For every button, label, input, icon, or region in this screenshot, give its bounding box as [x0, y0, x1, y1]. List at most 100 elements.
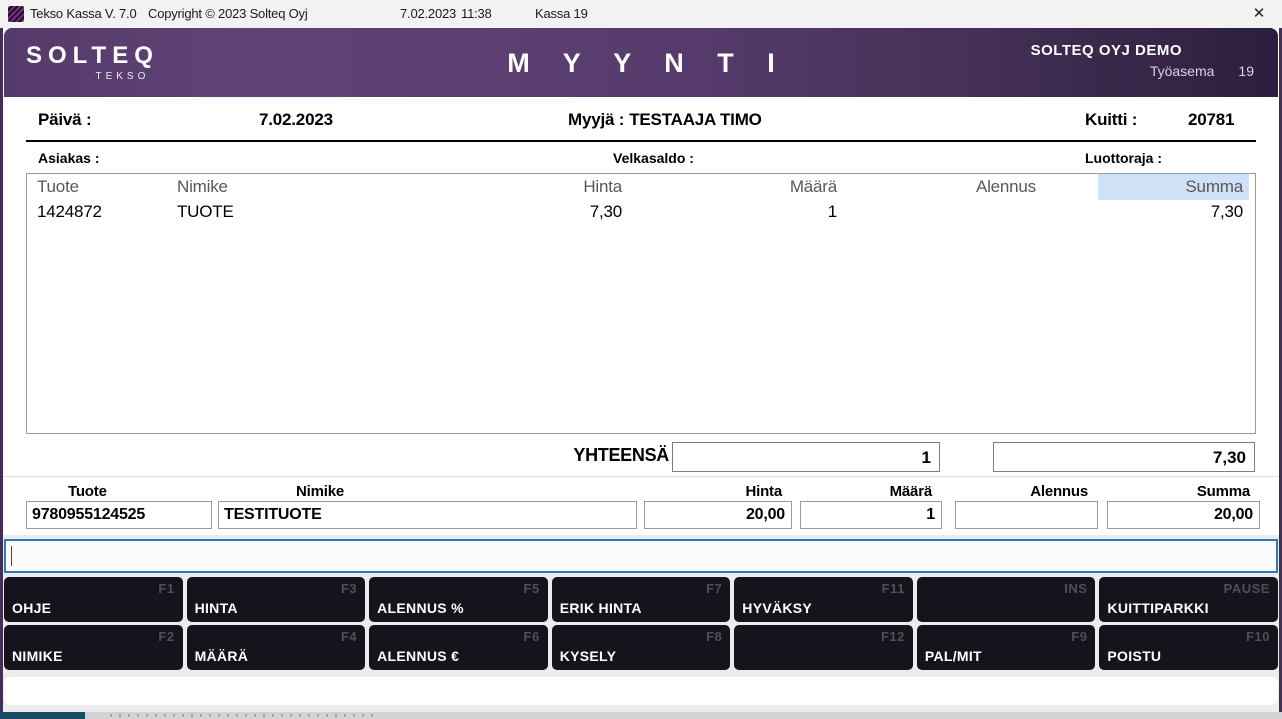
- command-input[interactable]: [4, 539, 1278, 573]
- fkey-keycap: F12: [881, 629, 905, 644]
- entry-labels-row: Tuote Nimike Hinta Määrä Alennus Summa: [26, 483, 1279, 498]
- entry-inputs-row: [26, 501, 1279, 529]
- fkey-hinta[interactable]: F3 HINTA: [187, 577, 366, 622]
- product-code-input[interactable]: [26, 501, 212, 529]
- workstation-label: Työasema: [1150, 63, 1215, 79]
- divider-line: [26, 140, 1256, 142]
- price-input[interactable]: [644, 501, 792, 529]
- fkey-keycap: INS: [1064, 581, 1087, 596]
- cell-maara: 1: [622, 202, 837, 222]
- fkey-label: KYSELY: [560, 648, 617, 664]
- workstation-number: 19: [1238, 63, 1254, 79]
- col-header-tuote: Tuote: [27, 177, 177, 197]
- command-input-wrap: [4, 539, 1278, 573]
- fkey-kysely[interactable]: F8 KYSELY: [552, 625, 731, 670]
- fkey-label: ALENNUS %: [377, 600, 464, 616]
- workstation-line: Työasema 19: [1031, 63, 1254, 79]
- customer-info-row: Asiakas : Velkasaldo : Luottoraja :: [3, 150, 1279, 167]
- fkey-label: NIMIKE: [12, 648, 63, 664]
- fkey-hyvaksy[interactable]: F11 HYVÄKSY: [734, 577, 913, 622]
- entry-label-alennus: Alennus: [955, 483, 1098, 498]
- app-window: Tekso Kassa V. 7.0 Copyright © 2023 Solt…: [0, 0, 1282, 719]
- cell-hinta: 7,30: [477, 202, 622, 222]
- fkey-ins-blank[interactable]: INS: [917, 577, 1096, 622]
- sale-header: SOLTEQ TEKSO M Y Y N T I SOLTEQ OYJ DEMO…: [4, 28, 1278, 97]
- window-title: Tekso Kassa V. 7.0: [30, 6, 137, 21]
- line-sum-input[interactable]: [1107, 501, 1260, 529]
- fkey-alennus-euro[interactable]: F6 ALENNUS €: [369, 625, 548, 670]
- fkey-label: OHJE: [12, 600, 51, 616]
- col-header-hinta: Hinta: [477, 177, 622, 197]
- fkey-keycap: F8: [706, 629, 722, 644]
- fkey-keycap: F7: [706, 581, 722, 596]
- background-window-text-sliver: [110, 714, 380, 717]
- fkey-label: MÄÄRÄ: [195, 648, 249, 664]
- total-quantity-field: 1: [672, 442, 940, 472]
- fkey-keycap: F5: [524, 581, 540, 596]
- fkey-pal-mit[interactable]: F9 PAL/MIT: [917, 625, 1096, 670]
- fkey-keycap: F2: [158, 629, 174, 644]
- col-header-maara: Määrä: [622, 177, 837, 197]
- section-divider: [3, 476, 1279, 477]
- totals-label: YHTEENSÄ: [561, 445, 669, 466]
- customer-label: Asiakas :: [38, 150, 99, 166]
- message-area: [4, 677, 1278, 705]
- debt-label: Velkasaldo :: [613, 150, 694, 166]
- entry-label-summa: Summa: [1107, 483, 1260, 498]
- fkey-keycap: F4: [341, 629, 357, 644]
- seller-label: Myyjä :: [568, 110, 624, 129]
- seller-value: TESTAAJA TIMO: [629, 110, 761, 129]
- background-window-edge: [0, 712, 1282, 719]
- credit-limit-label: Luottoraja :: [1085, 150, 1162, 166]
- col-header-nimike: Nimike: [177, 177, 477, 197]
- background-window-accent: [0, 712, 85, 719]
- fkey-label: ALENNUS €: [377, 648, 459, 664]
- copyright-text: Copyright © 2023 Solteq Oyj: [148, 6, 308, 21]
- fkey-erik-hinta[interactable]: F7 ERIK HINTA: [552, 577, 731, 622]
- fkey-kuittiparkki[interactable]: PAUSE KUITTIPARKKI: [1099, 577, 1278, 622]
- app-icon: [8, 6, 24, 22]
- col-header-summa: Summa: [1098, 174, 1249, 200]
- discount-input[interactable]: [955, 501, 1098, 529]
- fkey-label: PAL/MIT: [925, 648, 982, 664]
- entry-label-maara: Määrä: [800, 483, 942, 498]
- fkey-maara[interactable]: F4 MÄÄRÄ: [187, 625, 366, 670]
- titlebar: Tekso Kassa V. 7.0 Copyright © 2023 Solt…: [0, 0, 1282, 28]
- fkey-keycap: F9: [1071, 629, 1087, 644]
- function-key-bar: F1 OHJE F3 HINTA F5 ALENNUS % F7 ERIK HI…: [4, 577, 1278, 670]
- text-caret: [11, 546, 12, 566]
- titlebar-date: 7.02.2023: [400, 6, 456, 21]
- fkey-label: POISTU: [1107, 648, 1161, 664]
- fkey-f12-blank[interactable]: F12: [734, 625, 913, 670]
- fkey-keycap: F11: [882, 581, 905, 596]
- fkey-poistu[interactable]: F10 POISTU: [1099, 625, 1278, 670]
- quantity-input[interactable]: [800, 501, 942, 529]
- register-id: Kassa 19: [535, 6, 588, 21]
- entry-label-nimike: Nimike: [218, 483, 637, 498]
- cell-summa: 7,30: [1098, 202, 1249, 222]
- table-row[interactable]: 1424872 TUOTE 7,30 1 7,30: [27, 200, 1255, 224]
- lower-section: F1 OHJE F3 HINTA F5 ALENNUS % F7 ERIK HI…: [3, 535, 1279, 712]
- fkey-ohje[interactable]: F1 OHJE: [4, 577, 183, 622]
- cell-tuote: 1424872: [27, 202, 177, 222]
- entry-label-hinta: Hinta: [644, 483, 792, 498]
- receipt-label: Kuitti :: [1085, 110, 1137, 130]
- app-frame: SOLTEQ TEKSO M Y Y N T I SOLTEQ OYJ DEMO…: [0, 28, 1282, 712]
- header-company-block: SOLTEQ OYJ DEMO Työasema 19: [1031, 42, 1254, 79]
- close-icon[interactable]: ✕: [1248, 4, 1270, 24]
- fkey-keycap: PAUSE: [1224, 581, 1270, 596]
- fkey-keycap: F1: [158, 581, 174, 596]
- titlebar-time: 11:38: [461, 6, 492, 21]
- fkey-alennus-prosentti[interactable]: F5 ALENNUS %: [369, 577, 548, 622]
- product-name-input[interactable]: [218, 501, 637, 529]
- sale-lines-table: Tuote Nimike Hinta Määrä Alennus Summa 1…: [26, 173, 1256, 434]
- receipt-number: 20781: [1188, 110, 1234, 130]
- receipt-info-row: Päivä : 7.02.2023 Myyjä :TESTAAJA TIMO K…: [3, 110, 1279, 132]
- fkey-keycap: F3: [341, 581, 357, 596]
- cell-nimike: TUOTE: [177, 202, 477, 222]
- fkey-label: HINTA: [195, 600, 238, 616]
- fkey-keycap: F10: [1246, 629, 1270, 644]
- fkey-nimike[interactable]: F2 NIMIKE: [4, 625, 183, 670]
- company-name: SOLTEQ OYJ DEMO: [1031, 42, 1254, 59]
- entry-label-tuote: Tuote: [26, 483, 212, 498]
